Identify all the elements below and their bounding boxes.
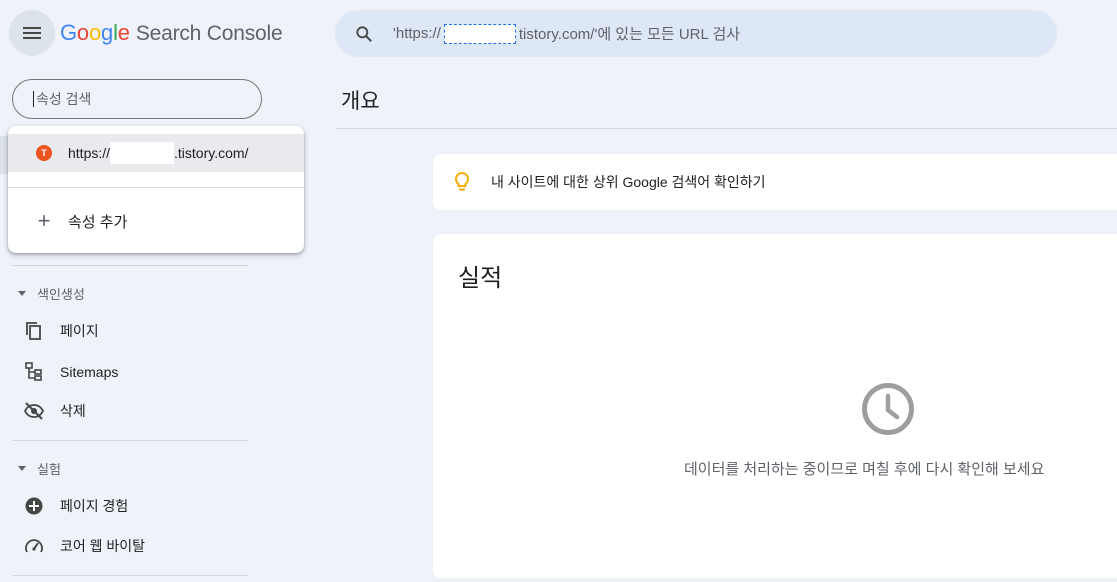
main-menu-button[interactable] <box>9 10 55 56</box>
section-experiments[interactable]: 실험 <box>18 459 61 478</box>
pages-icon <box>24 321 44 341</box>
performance-card: 실적 데이터를 처리하는 중이므로 며칠 후에 다시 확인해 보세요 <box>433 234 1117 578</box>
property-search-placeholder: 속성 검색 <box>36 91 92 107</box>
sidebar-item-label: 삭제 <box>60 403 86 419</box>
property-url-suffix: .tistory.com/ <box>174 145 249 161</box>
search-icon <box>356 25 372 42</box>
page-title: 개요 <box>341 90 380 113</box>
sidebar-divider <box>12 575 248 576</box>
sidebar-item-label: Sitemaps <box>60 364 119 380</box>
tip-text: 내 사이트에 대한 상위 Google 검색어 확인하기 <box>491 174 766 190</box>
hamburger-icon <box>23 27 41 39</box>
sitemap-icon <box>24 362 44 382</box>
sidebar-item-label: 페이지 경험 <box>60 498 129 514</box>
speedometer-icon <box>24 536 44 556</box>
property-option[interactable]: T https:// .tistory.com/ <box>8 134 304 172</box>
performance-title: 실적 <box>458 265 503 292</box>
search-placeholder: 'https:// tistory.com/'에 있는 모든 URL 검사 <box>393 23 740 44</box>
property-search-input[interactable]: 속성 검색 <box>12 79 262 119</box>
text-cursor <box>33 91 34 107</box>
redacted-subdomain <box>110 142 175 164</box>
sidebar-item-core-web-vitals[interactable]: 코어 웹 바이탈 <box>24 536 145 556</box>
redacted-subdomain <box>443 23 516 44</box>
property-dropdown: T https:// .tistory.com/ + 속성 추가 <box>8 126 304 253</box>
property-url: https:// .tistory.com/ <box>68 142 248 164</box>
add-property-label: 속성 추가 <box>68 213 128 231</box>
section-indexing[interactable]: 색인생성 <box>18 284 85 303</box>
sidebar-item-pages[interactable]: 페이지 <box>24 321 99 341</box>
sidebar-item-sitemaps[interactable]: Sitemaps <box>24 362 118 382</box>
section-title: 실험 <box>37 462 61 477</box>
sidebar-item-label: 코어 웹 바이탈 <box>60 538 146 554</box>
sidebar-divider <box>12 265 248 266</box>
sidebar-item-removals[interactable]: 삭제 <box>24 401 86 421</box>
search-suffix: tistory.com/'에 있는 모든 URL 검사 <box>518 26 741 43</box>
search-prefix: 'https:// <box>393 25 441 42</box>
product-name: Search Console <box>135 22 283 45</box>
sidebar-item-page-experience[interactable]: 페이지 경험 <box>24 496 128 516</box>
experience-icon <box>24 496 44 516</box>
processing-message: 데이터를 처리하는 중이므로 며칠 후에 다시 확인해 보세요 <box>684 461 1045 478</box>
add-property-button[interactable]: + 속성 추가 <box>8 206 128 236</box>
section-title: 색인생성 <box>37 287 85 302</box>
collapse-arrow-icon <box>18 466 26 471</box>
selected-nav-indicator <box>0 136 8 174</box>
search-query-tip-card[interactable]: 내 사이트에 대한 상위 Google 검색어 확인하기 <box>433 154 1117 210</box>
clock-icon <box>862 383 914 435</box>
plus-icon: + <box>37 208 51 233</box>
visibility-off-icon <box>24 401 44 421</box>
sidebar-item-label: 페이지 <box>60 323 99 339</box>
google-logo: Google <box>60 20 130 45</box>
lightbulb-icon <box>454 171 470 191</box>
url-inspection-search[interactable]: 'https:// tistory.com/'에 있는 모든 URL 검사 <box>335 10 1057 57</box>
app-header: Google Search Console 'https:// tistory.c… <box>0 0 1117 68</box>
title-divider <box>336 128 1117 129</box>
property-url-prefix: https:// <box>68 145 111 161</box>
dropdown-divider <box>8 187 304 188</box>
app-logo[interactable]: Google Search Console <box>60 20 283 46</box>
collapse-arrow-icon <box>18 291 26 296</box>
sidebar-divider <box>12 440 248 441</box>
tistory-favicon-icon: T <box>36 145 52 161</box>
